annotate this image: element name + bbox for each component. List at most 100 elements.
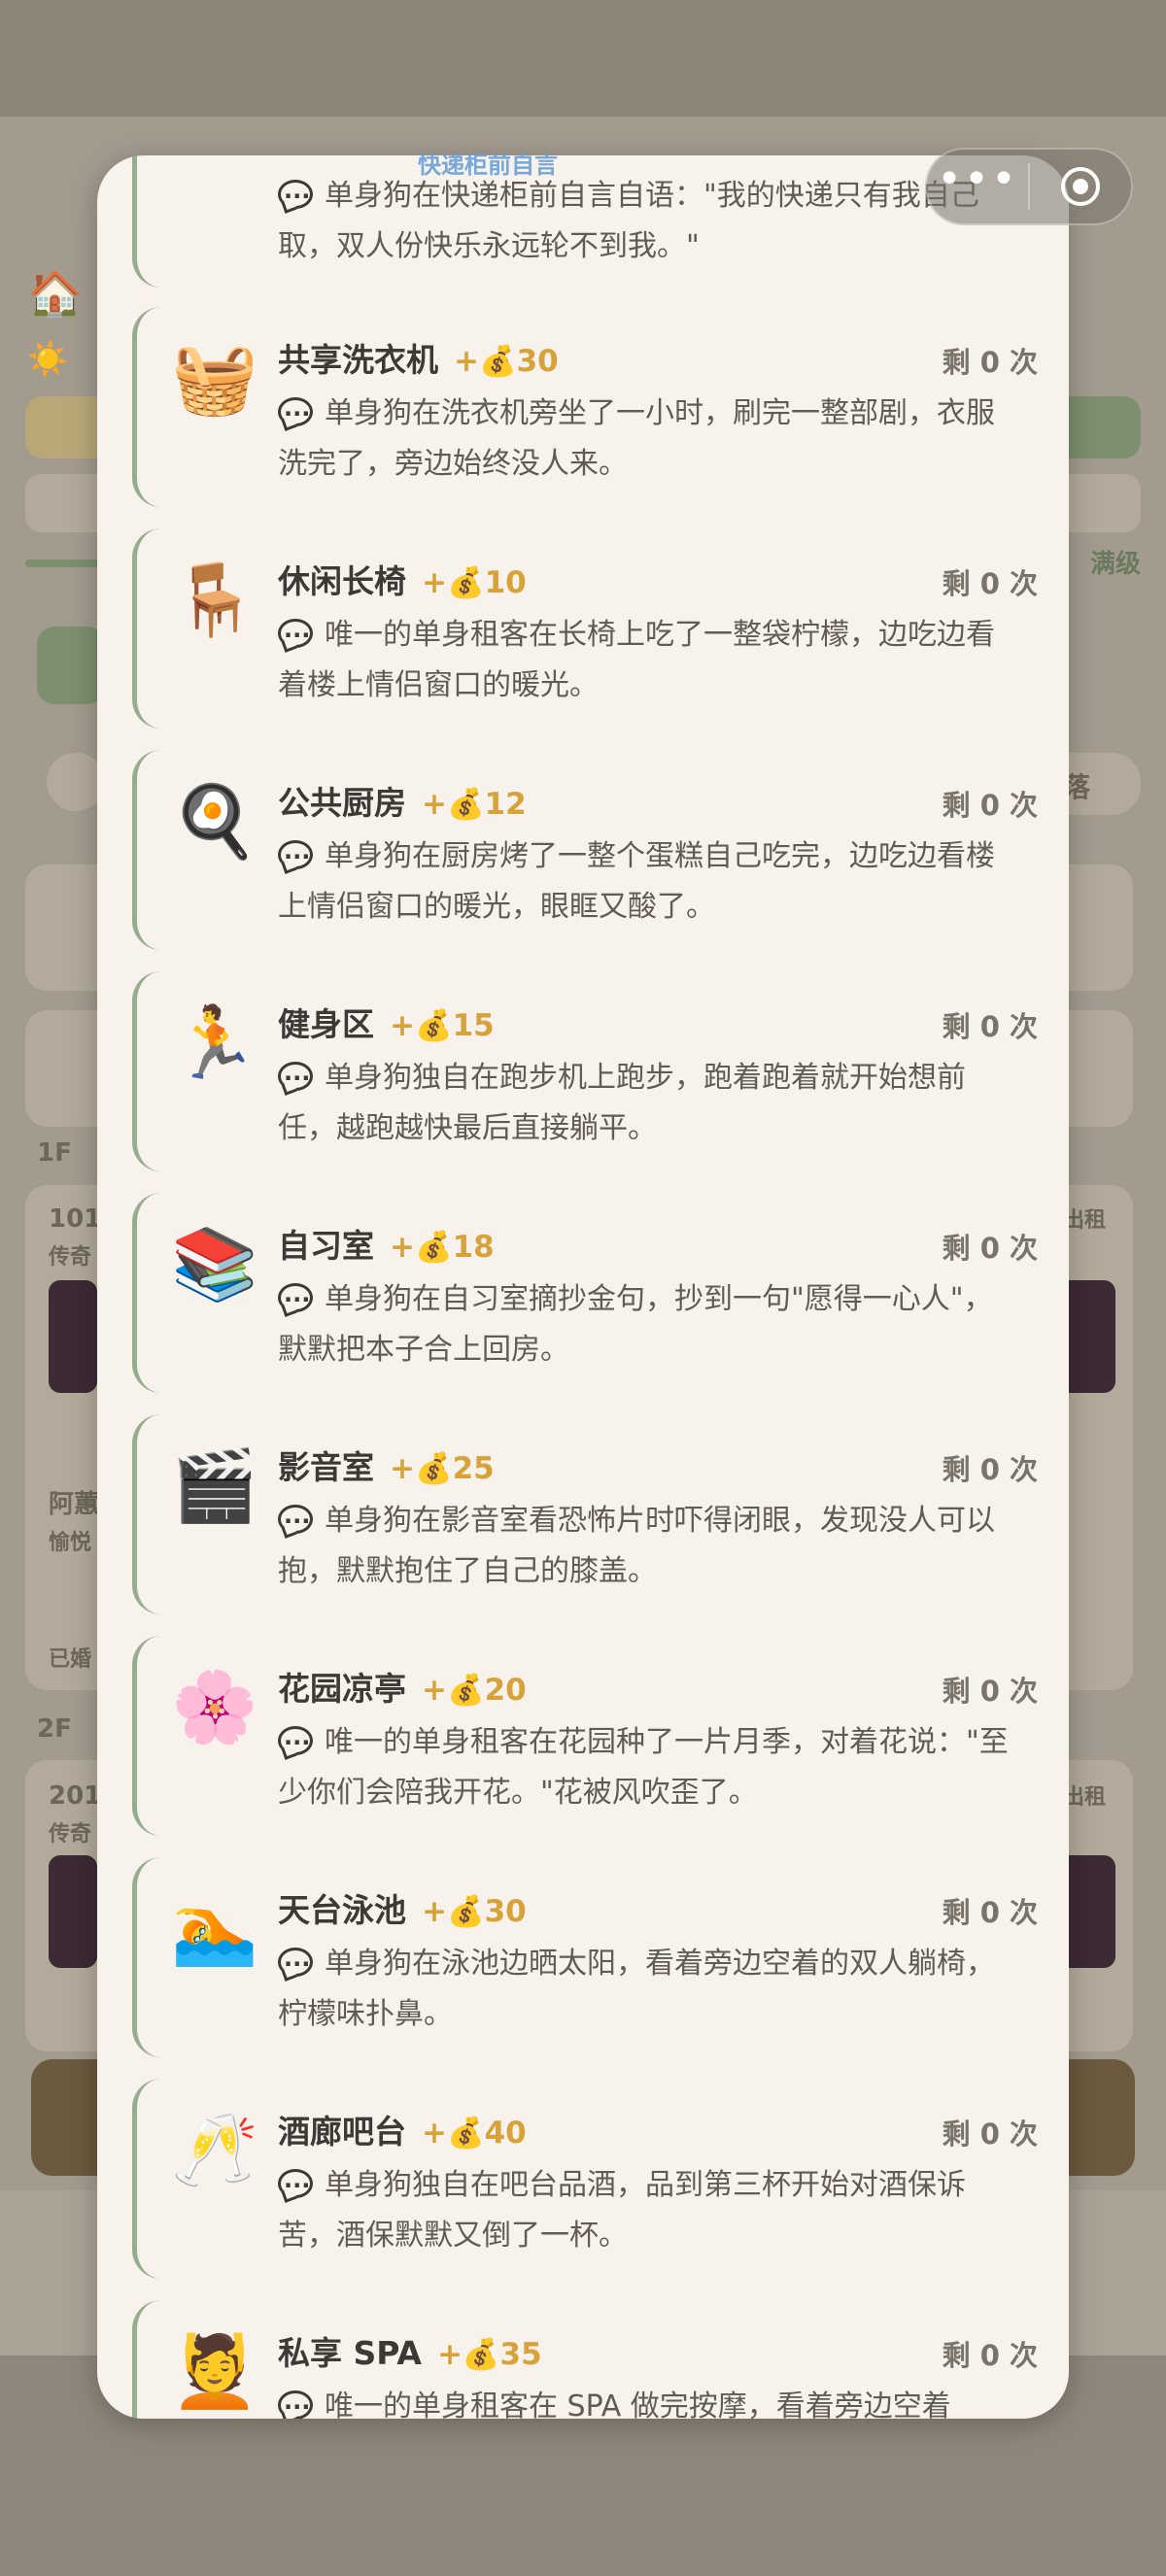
speech-bubble-icon <box>278 831 313 882</box>
item-remaining: 剩 0 次 <box>942 1453 1038 1486</box>
item-description-text: 唯一的单身租客在 SPA 做完按摩，看着旁边空着 <box>325 2390 951 2419</box>
item-accent-bar <box>132 2300 161 2419</box>
item-description: 单身狗在泳池边晒太阳，看着旁边空着的双人躺椅，柠檬味扑鼻。 <box>278 1939 1016 2040</box>
facility-list[interactable]: 📦 单身狗在快递柜前自言自语："我的快递只有我自己取，双人份快乐永远轮不到我。"… <box>97 155 1069 2419</box>
item-reward: +💰20 <box>422 1673 527 1708</box>
item-description: 单身狗在影音室看恐怖片时吓得闭眼，发现没人可以抱，默默抱住了自己的膝盖。 <box>278 1496 1016 1597</box>
tenant-name: 阿蕙 <box>49 1490 100 1519</box>
speech-bubble-icon <box>278 2160 313 2211</box>
item-name: 天台泳池 <box>278 1891 406 1929</box>
floor-2-label: 2F <box>37 1714 72 1744</box>
item-description-text: 单身狗在泳池边晒太阳，看着旁边空着的双人躺椅，柠檬味扑鼻。 <box>278 1947 995 2031</box>
item-description-text: 单身狗在厨房烤了一整个蛋糕自己吃完，边吃边看楼上情侣窗口的暖光，眼眶又酸了。 <box>278 839 995 924</box>
item-reward: +💰25 <box>390 1451 495 1486</box>
item-description: 单身狗在厨房烤了一整个蛋糕自己吃完，边吃边看楼上情侣窗口的暖光，眼眶又酸了。 <box>278 831 1016 932</box>
item-description-text: 单身狗在快递柜前自言自语："我的快递只有我自己取，双人份快乐永远轮不到我。" <box>278 179 979 263</box>
item-accent-bar <box>132 307 161 507</box>
item-name: 影音室 <box>278 1448 374 1486</box>
item-name: 自习室 <box>278 1227 374 1265</box>
facility-item-kitchen: 🍳 公共厨房 +💰12 剩 0 次 单身狗在厨房烤了一整个蛋糕自己吃完，边吃边看楼… <box>132 750 1046 971</box>
rocket-button <box>37 627 105 704</box>
item-title: 酒廊吧台 +💰40 <box>278 2106 527 2152</box>
item-description-text: 唯一的单身租客在长椅上吃了一整袋柠檬，边吃边看着楼上情侣窗口的暖光。 <box>278 618 995 702</box>
item-accent-bar <box>132 528 161 729</box>
item-description-text: 单身狗在影音室看恐怖片时吓得闭眼，发现没人可以抱，默默抱住了自己的膝盖。 <box>278 1504 995 1588</box>
item-name: 酒廊吧台 <box>278 2113 406 2151</box>
more-button[interactable]: ••• <box>927 150 1028 223</box>
facility-item-laundry: 🧺 共享洗衣机 +💰30 剩 0 次 单身狗在洗衣机旁坐了一小时，刷完一整部剧，衣… <box>132 307 1046 528</box>
item-title: 公共厨房 +💰12 <box>278 777 527 824</box>
item-remaining: 剩 0 次 <box>942 567 1038 600</box>
item-accent-bar <box>132 2079 161 2279</box>
facility-item-study-room: 📚 自习室 +💰18 剩 0 次 单身狗在自习室摘抄金句，抄到一句"愿得一心人"，… <box>132 1193 1046 1414</box>
speech-bubble-icon <box>278 171 313 221</box>
rent-tag-2: 出租 <box>1062 1785 1106 1810</box>
item-title: 影音室 +💰25 <box>278 1441 495 1488</box>
speech-bubble-icon <box>278 389 313 439</box>
item-accent-bar <box>132 1636 161 1836</box>
item-remaining: 剩 0 次 <box>942 346 1038 379</box>
room-101-art-left <box>49 1280 97 1393</box>
item-reward: +💰10 <box>422 565 527 600</box>
item-reward: +💰18 <box>390 1230 495 1265</box>
speech-bubble-icon <box>278 1274 313 1325</box>
speech-bubble-icon <box>278 1053 313 1103</box>
close-miniprogram-button[interactable] <box>1030 150 1131 223</box>
tenant-mood: 愉悦 <box>49 1531 92 1555</box>
item-reward: +💰40 <box>422 2116 527 2151</box>
facility-item-rooftop-pool: 🏊 天台泳池 +💰30 剩 0 次 单身狗在泳池边晒太阳，看着旁边空着的双人躺椅，… <box>132 1857 1046 2079</box>
mini-program-capsule: ••• <box>925 148 1133 225</box>
item-description-text: 单身狗在洗衣机旁坐了一小时，刷完一整部剧，衣服洗完了，旁边始终没人来。 <box>278 396 995 481</box>
item-title: 私享 SPA +💰35 <box>278 2327 542 2374</box>
speech-bubble-icon <box>278 1496 313 1546</box>
chip <box>47 753 105 811</box>
item-reward: +💰15 <box>390 1008 495 1043</box>
rent-tag-1: 出租 <box>1062 1208 1106 1233</box>
facility-item-bench: 🪑 休闲长椅 +💰10 剩 0 次 唯一的单身租客在长椅上吃了一整袋柠檬，边吃边看… <box>132 528 1046 750</box>
sun-icon: ☀️ <box>27 340 69 379</box>
item-description: 单身狗在洗衣机旁坐了一小时，刷完一整部剧，衣服洗完了，旁边始终没人来。 <box>278 389 1016 490</box>
item-description-text: 唯一的单身租客在花园种了一片月季，对着花说："至少你们会陪我开花。"花被风吹歪了… <box>278 1725 1009 1810</box>
facility-item-gym: 🏃 健身区 +💰15 剩 0 次 单身狗独自在跑步机上跑步，跑着跑着就开始想前任，… <box>132 971 1046 1193</box>
swimmer-icon: 🏊 <box>171 1887 258 1969</box>
item-description: 单身狗在快递柜前自言自语："我的快递只有我自己取，双人份快乐永远轮不到我。" <box>278 171 1016 272</box>
item-description-text: 单身狗独自在吧台品酒，品到第三杯开始对酒保诉苦，酒保默默又倒了一杯。 <box>278 2168 966 2253</box>
item-description: 唯一的单身租客在 SPA 做完按摩，看着旁边空着 <box>278 2382 1016 2419</box>
clapperboard-icon: 🎬 <box>171 1444 258 1526</box>
item-accent-bar <box>132 155 161 288</box>
item-name: 私享 SPA <box>278 2334 422 2372</box>
item-reward: +💰30 <box>454 344 559 379</box>
champagne-icon: 🥂 <box>171 2109 258 2190</box>
item-accent-bar <box>132 1193 161 1393</box>
room-101-label: 101 <box>49 1204 102 1234</box>
item-title: 花园凉亭 +💰20 <box>278 1663 527 1710</box>
background-header <box>0 0 1166 117</box>
item-title: 自习室 +💰18 <box>278 1220 495 1267</box>
item-remaining: 剩 0 次 <box>942 789 1038 822</box>
item-description: 唯一的单身租客在长椅上吃了一整袋柠檬，边吃边看着楼上情侣窗口的暖光。 <box>278 610 1016 711</box>
full-level-label: 满级 <box>1089 550 1141 579</box>
more-dots-icon: ••• <box>937 154 1018 204</box>
flower-icon: 🌸 <box>171 1666 258 1747</box>
item-accent-bar <box>132 750 161 950</box>
room-201-label: 201 <box>49 1781 102 1811</box>
legend-label-1: 传奇 <box>49 1245 92 1270</box>
facility-item-lounge-bar: 🥂 酒廊吧台 +💰40 剩 0 次 单身狗独自在吧台品酒，品到第三杯开始对酒保诉苦… <box>132 2079 1046 2300</box>
facility-item-theater: 🎬 影音室 +💰25 剩 0 次 单身狗在影音室看恐怖片时吓得闭眼，发现没人可以抱… <box>132 1414 1046 1636</box>
chair-icon: 🪑 <box>171 559 258 640</box>
item-name: 花园凉亭 <box>278 1670 406 1708</box>
item-title: 休闲长椅 +💰10 <box>278 556 527 602</box>
facility-item-garden-pavilion: 🌸 花园凉亭 +💰20 剩 0 次 唯一的单身租客在花园种了一片月季，对着花说："… <box>132 1636 1046 1857</box>
legend-label-2: 传奇 <box>49 1822 92 1847</box>
item-description: 单身狗独自在跑步机上跑步，跑着跑着就开始想前任，越跑越快最后直接躺平。 <box>278 1053 1016 1154</box>
basket-icon: 🧺 <box>171 337 258 419</box>
item-name: 休闲长椅 <box>278 562 406 600</box>
frying-pan-icon: 🍳 <box>171 780 258 862</box>
target-icon <box>1061 167 1100 206</box>
item-description-text: 单身狗在自习室摘抄金句，抄到一句"愿得一心人"，默默把本子合上回房。 <box>278 1282 993 1367</box>
item-description: 单身狗独自在吧台品酒，品到第三杯开始对酒保诉苦，酒保默默又倒了一杯。 <box>278 2160 1016 2261</box>
item-title: 健身区 +💰15 <box>278 999 495 1045</box>
overlay-faint-label: 快递柜前自言 <box>418 152 558 179</box>
massage-icon: 💆 <box>171 2330 258 2412</box>
item-reward: +💰12 <box>422 787 527 822</box>
